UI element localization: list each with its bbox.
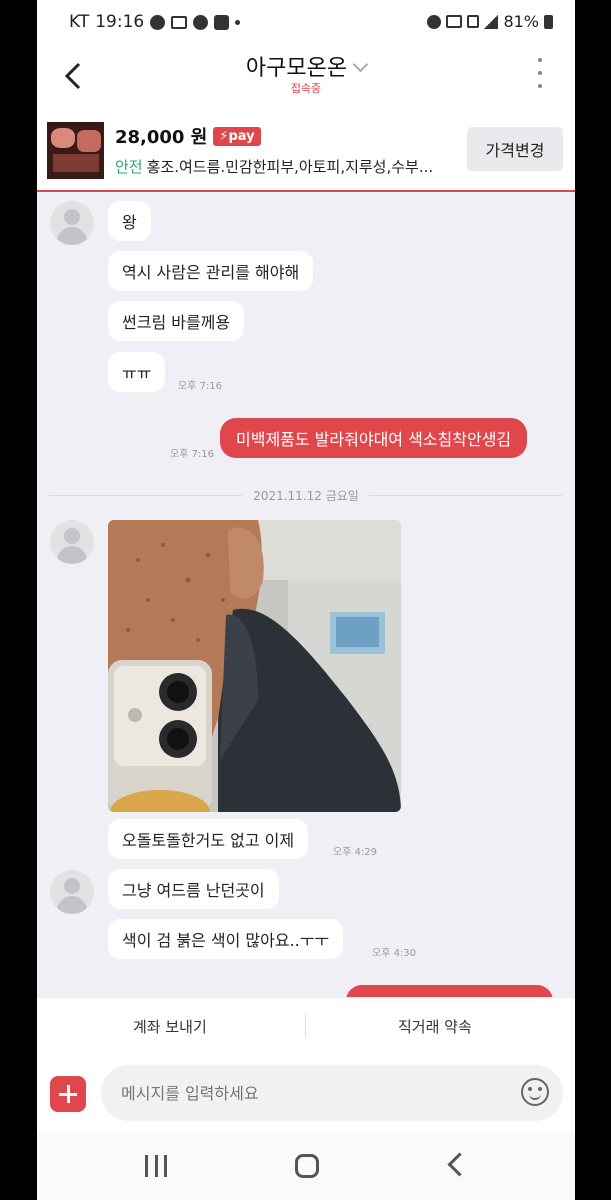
home-icon[interactable]: [295, 1154, 319, 1178]
direct-deal-button[interactable]: 직거래 약속: [398, 1016, 472, 1037]
system-nav-bar: [37, 1132, 575, 1200]
product-price: 28,000 원 ⚡pay: [115, 123, 261, 149]
add-attachment-icon[interactable]: [50, 1076, 86, 1112]
message-time: 오후 4:29: [333, 847, 378, 858]
message-bubble-incoming[interactable]: 색이 검 붉은 색이 많아요..ㅜㅜ: [108, 919, 344, 959]
message-bubble-incoming[interactable]: 오돌토돌한거도 없고 이제: [108, 819, 309, 859]
phone-screen: KT 19:16 81% 아구모온온 접속중 28,000 원 ⚡pay 안전 …: [37, 0, 575, 1200]
send-account-button[interactable]: 계좌 보내기: [133, 1016, 207, 1037]
message-time: 오후 4:30: [372, 948, 417, 959]
safe-label: 안전: [115, 158, 143, 176]
message-bubble-incoming[interactable]: ㅠㅠ: [108, 352, 166, 392]
battery-text: 81%: [503, 12, 539, 31]
chevron-down-icon: [352, 56, 369, 73]
signal-icon: [484, 14, 499, 29]
description-text: 홍조.여드름.민감한피부,아토피,지루성,수부...: [146, 158, 434, 176]
more-notifications-icon: [235, 19, 241, 25]
divider: [305, 1014, 306, 1038]
chat-title-text: 아구모온온: [245, 56, 348, 81]
talk-notification-icon: [150, 14, 166, 30]
carrier-text: KT: [69, 12, 90, 32]
alarm-icon: [427, 14, 442, 29]
nav-back-icon[interactable]: [447, 1152, 472, 1177]
message-bubble-outgoing[interactable]: 미백제품도 발라줘야대여 색소침착안생김: [220, 418, 528, 458]
battery-icon: [544, 14, 553, 29]
avatar[interactable]: [50, 201, 94, 245]
message-bubble-incoming[interactable]: 역시 사람은 관리를 해야해: [108, 251, 314, 291]
status-bar: KT 19:16 81%: [37, 0, 575, 44]
quick-action-bar: 계좌 보내기 직거래 약속: [37, 997, 575, 1058]
product-bar[interactable]: 28,000 원 ⚡pay 안전 홍조.여드름.민감한피부,아토피,지루성,수부.…: [37, 114, 575, 192]
pay-badge-text: pay: [228, 128, 255, 144]
more-options-icon[interactable]: [537, 58, 543, 88]
avatar[interactable]: [50, 870, 94, 914]
message-bubble-outgoing-partial[interactable]: [346, 985, 553, 997]
message-time: 오후 7:16: [178, 381, 223, 392]
chat-title[interactable]: 아구모온온: [37, 50, 575, 82]
date-separator: 2021.11.12 금요일: [49, 485, 563, 505]
recent-apps-icon[interactable]: [145, 1155, 167, 1177]
price-text: 28,000 원: [115, 127, 208, 148]
bolt-notification-icon: [214, 14, 230, 30]
price-change-button[interactable]: 가격변경: [467, 127, 563, 171]
date-separator-text: 2021.11.12 금요일: [253, 488, 359, 503]
avatar[interactable]: [50, 520, 94, 564]
emoji-icon[interactable]: [521, 1078, 549, 1106]
message-time: 오후 7:16: [170, 449, 215, 460]
message-input[interactable]: [101, 1065, 563, 1121]
online-status: 접속중: [290, 82, 322, 95]
app-notification-icon: [193, 14, 209, 30]
clock-text: 19:16: [95, 12, 145, 32]
message-bubble-incoming[interactable]: 썬크림 바를께용: [108, 301, 245, 341]
product-description: 안전 홍조.여드름.민감한피부,아토피,지루성,수부...: [115, 156, 455, 177]
5g-icon: [467, 15, 480, 28]
pay-badge: ⚡pay: [213, 126, 261, 146]
hd-icon: [446, 15, 463, 28]
shared-photo[interactable]: [108, 520, 401, 812]
product-thumbnail[interactable]: [47, 122, 104, 179]
card-notification-icon: [171, 15, 188, 29]
message-bubble-incoming[interactable]: 왕: [108, 201, 151, 241]
message-input-bar: [37, 1057, 575, 1132]
chat-header: 아구모온온 접속중: [37, 44, 575, 114]
message-bubble-incoming[interactable]: 그냥 여드름 난던곳이: [108, 869, 279, 909]
chat-area[interactable]: 왕 역시 사람은 관리를 해야해 썬크림 바를께용 ㅠㅠ 오후 7:16 미백제…: [37, 191, 575, 997]
